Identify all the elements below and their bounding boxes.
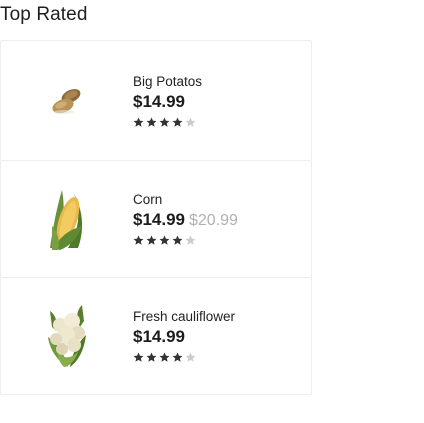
star-filled-icon: [133, 235, 144, 245]
star-filled-icon: [172, 117, 183, 127]
star-filled-icon: [159, 117, 170, 127]
product-name[interactable]: Fresh cauliflower: [133, 309, 235, 324]
product-card[interactable]: Corn $14.99 $20.99: [0, 160, 312, 278]
price-row: $14.99: [133, 327, 235, 347]
product-info: Fresh cauliflower $14.99: [133, 309, 235, 363]
product-price: $14.99: [133, 91, 185, 111]
cauliflower-icon: [48, 305, 86, 367]
product-price: $14.99: [133, 210, 185, 229]
section-title: Top Rated: [0, 4, 88, 25]
rating-stars: [133, 352, 235, 363]
star-filled-icon: [159, 235, 170, 245]
product-image[interactable]: [1, 278, 133, 394]
rating-stars: [133, 117, 202, 128]
product-name[interactable]: Corn: [133, 192, 238, 207]
top-rated-product-list: Big Potatos $14.99 Corn $14.99 $20.99 Fr…: [0, 40, 312, 395]
product-info: Corn $14.99 $20.99: [133, 192, 238, 246]
star-filled-icon: [146, 352, 157, 362]
potato-icon: [52, 88, 81, 114]
star-filled-icon: [172, 352, 183, 362]
star-empty-icon: [185, 117, 196, 127]
star-filled-icon: [159, 352, 170, 362]
product-name[interactable]: Big Potatos: [133, 74, 202, 89]
star-filled-icon: [133, 352, 144, 362]
star-empty-icon: [185, 352, 196, 362]
product-card[interactable]: Fresh cauliflower $14.99: [0, 277, 312, 395]
price-row: $14.99: [133, 92, 202, 112]
price-row: $14.99 $20.99: [133, 210, 238, 230]
star-empty-icon: [185, 235, 196, 245]
rating-stars: [133, 235, 238, 246]
product-info: Big Potatos $14.99: [133, 74, 202, 128]
star-filled-icon: [146, 117, 157, 127]
product-card[interactable]: Big Potatos $14.99: [0, 40, 312, 161]
product-image[interactable]: [1, 161, 133, 277]
product-old-price: $20.99: [189, 212, 238, 229]
star-filled-icon: [172, 235, 183, 245]
product-image[interactable]: [1, 41, 133, 160]
product-price: $14.99: [133, 327, 185, 346]
corn-icon: [50, 190, 83, 250]
star-filled-icon: [146, 235, 157, 245]
star-filled-icon: [133, 117, 144, 127]
